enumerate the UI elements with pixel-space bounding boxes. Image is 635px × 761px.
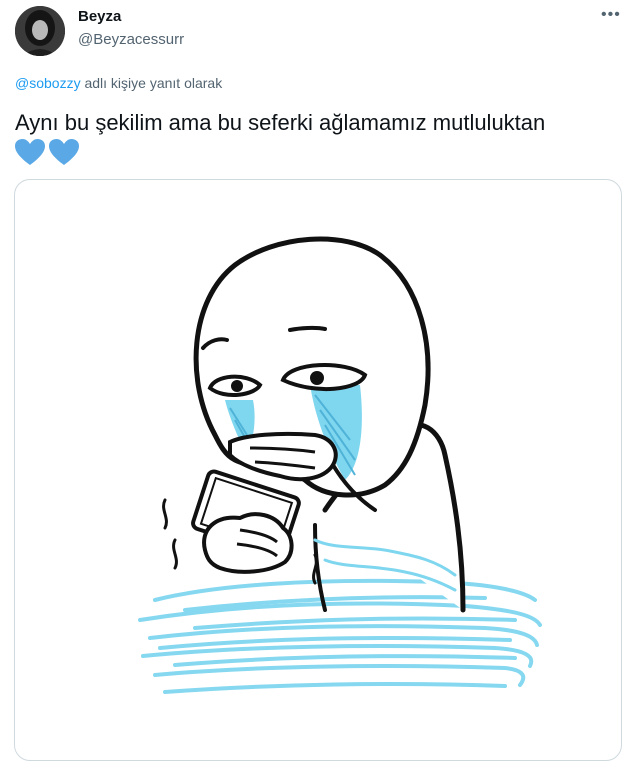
blue-heart-icon (15, 139, 45, 165)
reply-mention-link[interactable]: @sobozzy (15, 75, 81, 91)
reply-suffix: adlı kişiye yanıt olarak (80, 75, 223, 91)
display-name[interactable]: Beyza (78, 8, 121, 25)
emoji-row (14, 138, 80, 166)
crying-meme-figure-with-phone-icon (138, 236, 542, 694)
tweet-media-image[interactable] (14, 179, 622, 761)
avatar[interactable] (15, 6, 65, 56)
more-horizontal-icon[interactable]: ••• (601, 6, 621, 24)
tweet-text: Aynı bu şekilim ama bu seferki ağlamamız… (15, 110, 546, 135)
blue-heart-icon (49, 139, 79, 165)
reply-context: @sobozzy adlı kişiye yanıt olarak (15, 75, 222, 91)
user-handle[interactable]: @Beyzacessurr (78, 31, 184, 48)
profile-photo-icon (15, 6, 65, 56)
